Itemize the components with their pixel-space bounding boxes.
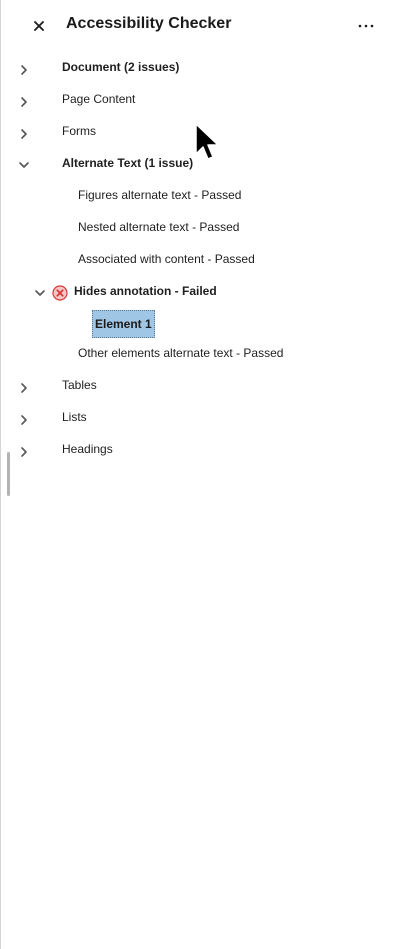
tree-item-label: Page Content (62, 92, 136, 106)
tree-item-label: Headings (62, 442, 113, 456)
chevron-right-icon[interactable] (17, 63, 31, 77)
chevron-down-icon[interactable] (33, 286, 47, 300)
tree-item-nested-alt[interactable]: Nested alternate text - Passed (1, 217, 400, 241)
tree-item-label: Alternate Text (1 issue) (62, 156, 194, 170)
tree-item-element-1[interactable]: Element 1 (92, 310, 155, 338)
tree-item-headings[interactable]: Headings (1, 439, 400, 463)
tree-item-label: Tables (62, 378, 97, 392)
chevron-right-icon[interactable] (17, 95, 31, 109)
tree-item-figures-alt[interactable]: Figures alternate text - Passed (1, 185, 400, 209)
tree-item-label: Element 1 (95, 317, 152, 331)
tree-item-label: Hides annotation - Failed (74, 284, 217, 298)
accessibility-checker-panel: Accessibility Checker Document (2 issues… (0, 0, 400, 949)
chevron-down-icon[interactable] (17, 158, 31, 172)
close-icon (34, 21, 44, 31)
tree-item-other-elements-alt[interactable]: Other elements alternate text - Passed (1, 343, 400, 367)
mouse-pointer-icon (195, 123, 219, 160)
error-icon (52, 285, 68, 301)
chevron-right-icon[interactable] (17, 445, 31, 459)
tree-item-tables[interactable]: Tables (1, 375, 400, 399)
tree-item-label: Forms (62, 124, 96, 138)
tree-item-label: Associated with content - Passed (78, 252, 255, 266)
more-icon (358, 24, 374, 28)
tree-item-label: Other elements alternate text - Passed (78, 346, 284, 360)
chevron-right-icon[interactable] (17, 413, 31, 427)
panel-header: Accessibility Checker (1, 0, 400, 52)
tree-item-hides-annotation[interactable]: Hides annotation - Failed (1, 281, 400, 305)
close-button[interactable] (29, 16, 49, 36)
tree-item-label: Lists (62, 410, 87, 424)
tree-item-page-content[interactable]: Page Content (1, 89, 400, 113)
tree-item-label: Document (2 issues) (62, 60, 180, 74)
chevron-right-icon[interactable] (17, 381, 31, 395)
tree-item-label: Figures alternate text - Passed (78, 188, 242, 202)
tree-item-document[interactable]: Document (2 issues) (1, 57, 400, 81)
more-options-button[interactable] (356, 16, 376, 36)
chevron-right-icon[interactable] (17, 127, 31, 141)
tree-item-label: Nested alternate text - Passed (78, 220, 240, 234)
tree-item-lists[interactable]: Lists (1, 407, 400, 431)
panel-title: Accessibility Checker (66, 15, 232, 32)
tree-item-associated-content[interactable]: Associated with content - Passed (1, 249, 400, 273)
